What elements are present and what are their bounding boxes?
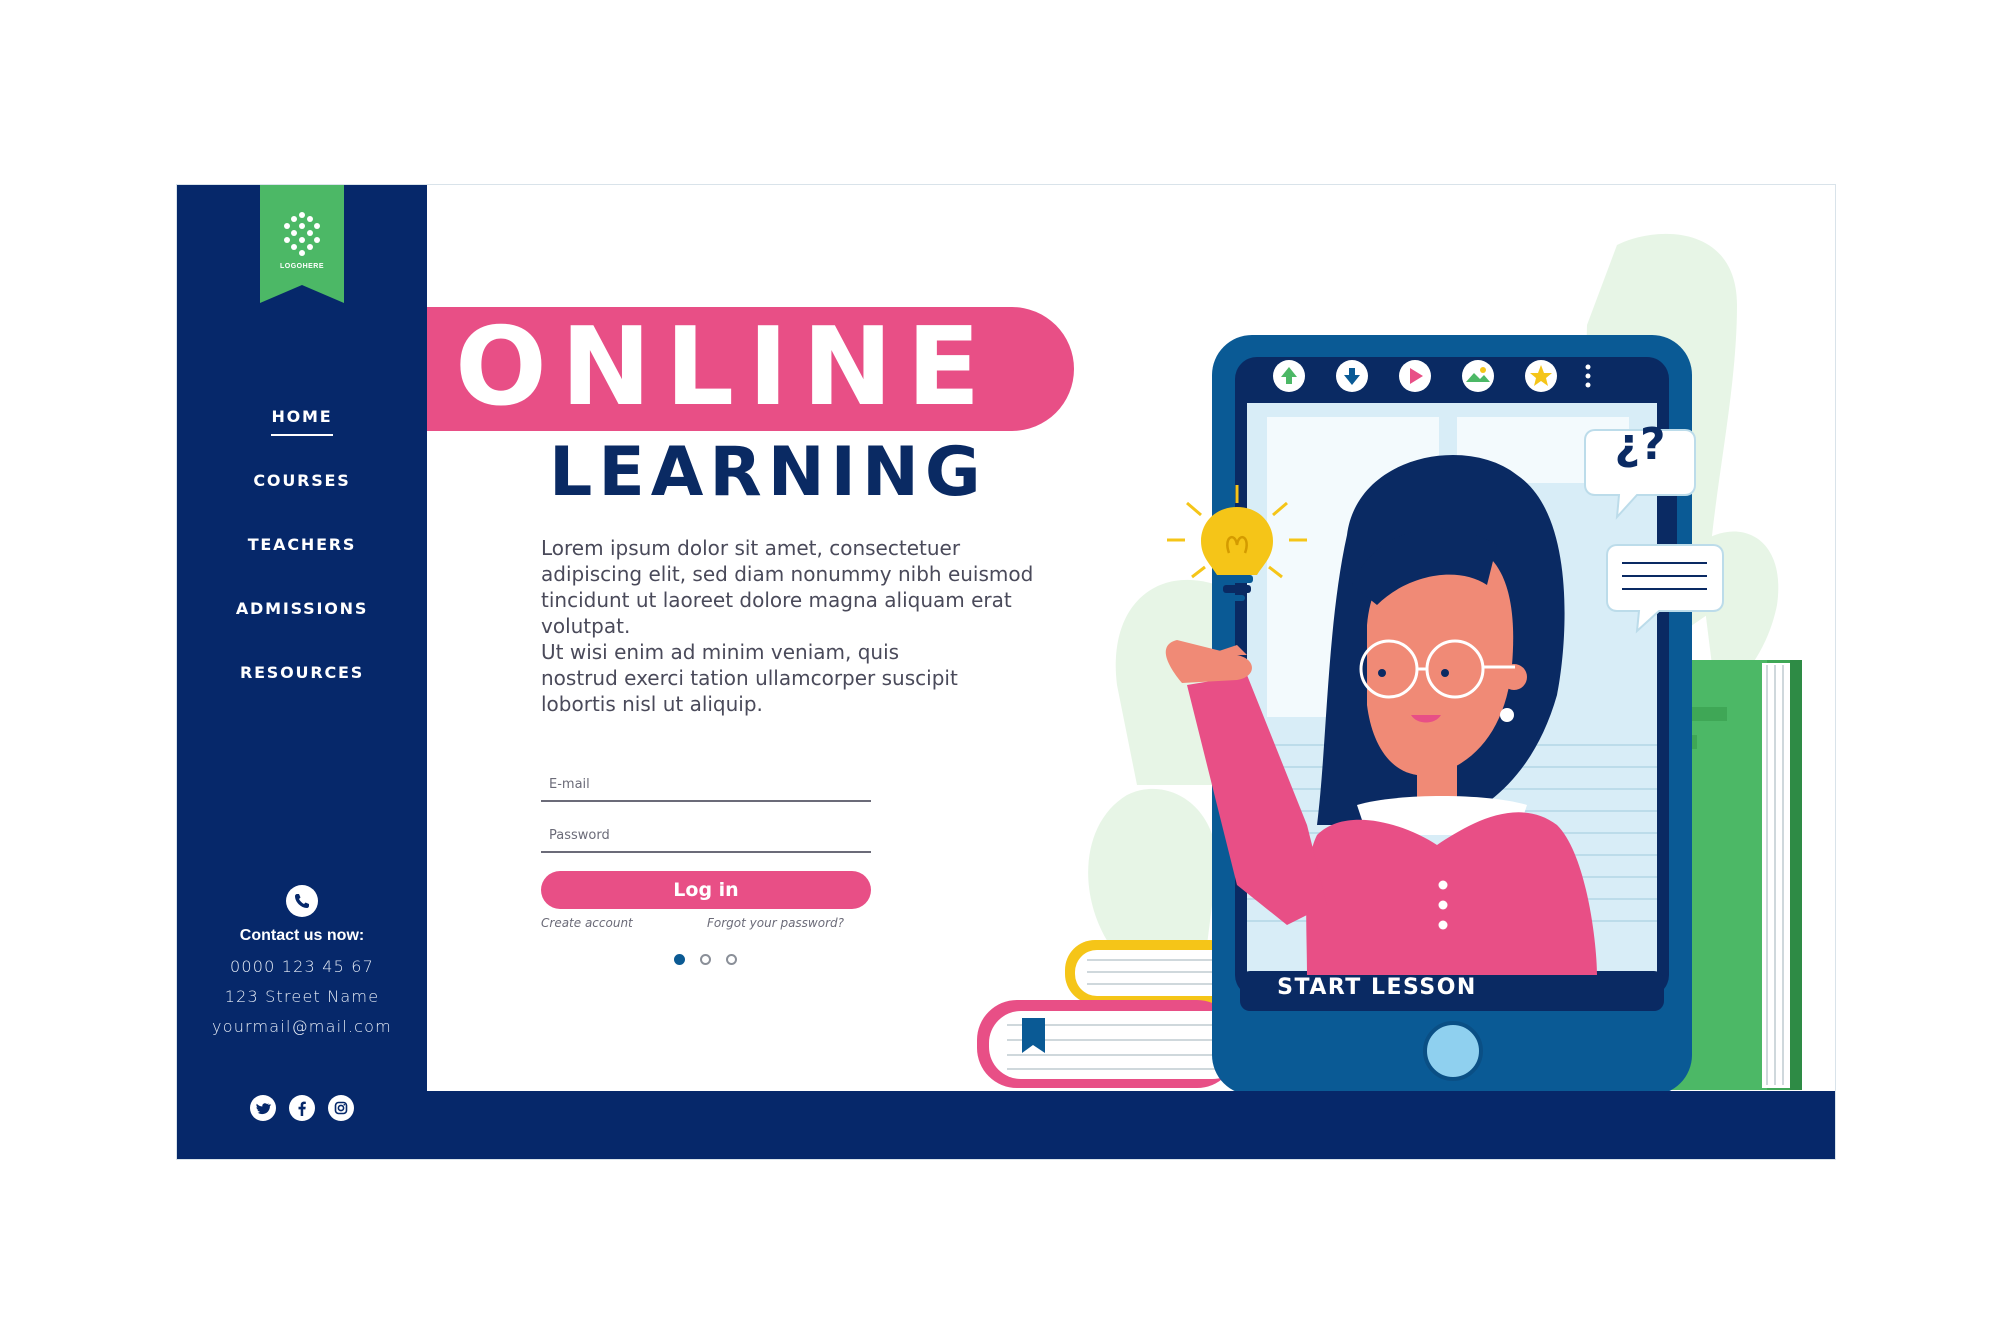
intro-paragraph-2: Ut wisi enim ad minim veniam, quis nostr…	[541, 640, 958, 716]
page-title-line2: LEARNING	[549, 433, 987, 512]
carousel-dot-2[interactable]	[700, 954, 712, 965]
email-field[interactable]	[541, 768, 871, 802]
page-title-line1: ONLINE	[455, 305, 995, 430]
password-field[interactable]	[541, 819, 871, 853]
start-lesson-button[interactable]: START LESSON	[1227, 975, 1527, 1000]
create-account-link[interactable]: Create account	[541, 916, 633, 930]
landing-page: LOGOHERE HOME COURSES TEACHERS ADMISSION…	[176, 184, 1836, 1160]
carousel-dot-1[interactable]	[674, 954, 685, 965]
footer-bar	[427, 1091, 1835, 1159]
login-button[interactable]: Log in	[541, 871, 871, 909]
question-bubble-text: ¿?	[1614, 419, 1666, 470]
carousel-dots	[674, 950, 747, 969]
forgot-password-link[interactable]: Forgot your password?	[707, 916, 844, 930]
carousel-dot-3[interactable]	[726, 954, 738, 965]
intro-paragraph-1: Lorem ipsum dolor sit amet, consectetuer…	[541, 536, 1034, 638]
